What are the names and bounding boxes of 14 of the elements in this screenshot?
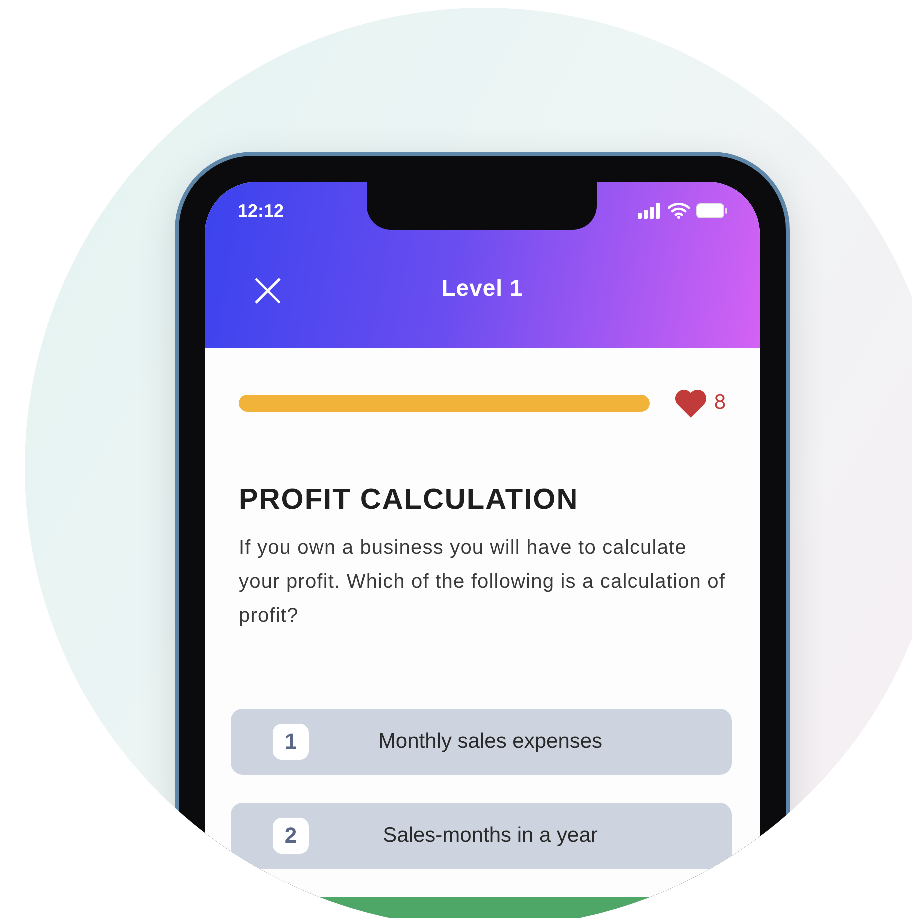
status-time: 12:12 (237, 200, 284, 222)
option-number: 1 (273, 724, 309, 760)
close-button[interactable] (253, 276, 283, 306)
answer-option[interactable]: 1 Monthly sales expenses (231, 709, 732, 775)
question-text: If you own a business you will have to calculate your profit. Which of the following is a calculation of profit? (239, 536, 726, 629)
heart-icon (674, 388, 708, 418)
signal-icon (638, 203, 662, 219)
answer-option[interactable]: 2 Sales-months in a year (231, 803, 732, 869)
wifi-icon (668, 203, 690, 219)
lives-count: 8 (714, 391, 726, 415)
option-number: 2 (273, 818, 309, 854)
question-title: PROFIT CALCULATION (239, 484, 580, 517)
battery-icon (696, 203, 728, 219)
header-title: Level 1 (442, 274, 524, 302)
